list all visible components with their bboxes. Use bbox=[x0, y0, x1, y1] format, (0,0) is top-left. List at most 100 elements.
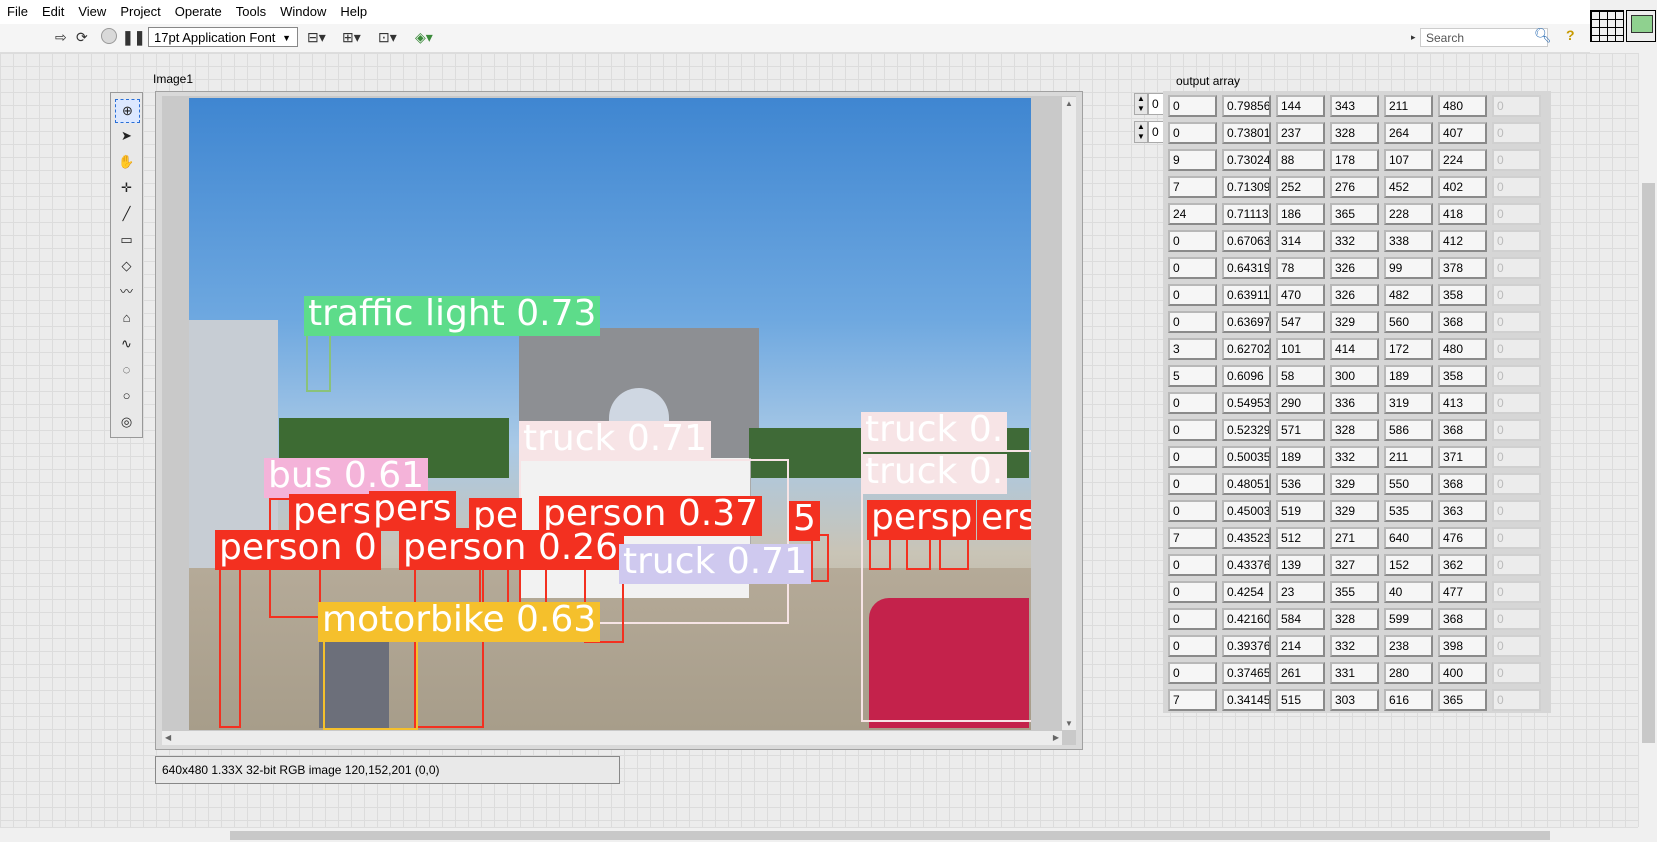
array-cell[interactable]: 328 bbox=[1330, 122, 1379, 144]
array-cell[interactable]: 0.63911 bbox=[1222, 284, 1271, 306]
array-cell[interactable]: 0.39376 bbox=[1222, 635, 1271, 657]
array-cell[interactable]: 560 bbox=[1384, 311, 1433, 333]
array-cell[interactable]: 189 bbox=[1276, 446, 1325, 468]
array-cell[interactable]: 547 bbox=[1276, 311, 1325, 333]
array-cell[interactable]: 336 bbox=[1330, 392, 1379, 414]
array-cell[interactable]: 358 bbox=[1438, 284, 1487, 306]
array-cell[interactable]: 0.50035 bbox=[1222, 446, 1271, 468]
rotated-rectangle-tool-icon[interactable]: ◇ bbox=[115, 255, 138, 277]
freehand-line-tool-icon[interactable]: ∿ bbox=[115, 333, 138, 355]
array-cell[interactable]: 0 bbox=[1492, 554, 1541, 576]
array-cell[interactable]: 214 bbox=[1276, 635, 1325, 657]
array-cell[interactable]: 328 bbox=[1330, 419, 1379, 441]
array-cell[interactable]: 0.4254 bbox=[1222, 581, 1271, 603]
align-objects-icon[interactable]: ⊟▾ bbox=[307, 29, 326, 46]
menu-item-view[interactable]: View bbox=[71, 0, 113, 19]
array-cell[interactable]: 0 bbox=[1168, 95, 1217, 117]
array-cell[interactable]: 252 bbox=[1276, 176, 1325, 198]
array-cell[interactable]: 535 bbox=[1384, 500, 1433, 522]
array-cell[interactable]: 327 bbox=[1330, 554, 1379, 576]
array-cell[interactable]: 172 bbox=[1384, 338, 1433, 360]
array-cell[interactable]: 290 bbox=[1276, 392, 1325, 414]
array-cell[interactable]: 0 bbox=[1492, 500, 1541, 522]
image-horizontal-scrollbar[interactable]: ◀ ▶ bbox=[162, 731, 1062, 745]
array-cell[interactable]: 88 bbox=[1276, 149, 1325, 171]
array-cell[interactable]: 365 bbox=[1330, 203, 1379, 225]
help-icon[interactable]: ? bbox=[1566, 27, 1575, 43]
array-cell[interactable]: 338 bbox=[1384, 230, 1433, 252]
array-cell[interactable]: 0 bbox=[1492, 284, 1541, 306]
array-cell[interactable]: 616 bbox=[1384, 689, 1433, 711]
pause-icon[interactable]: ❚❚ bbox=[122, 29, 145, 46]
array-cell[interactable]: 189 bbox=[1384, 365, 1433, 387]
array-cell[interactable]: 0 bbox=[1168, 500, 1217, 522]
scroll-right-icon[interactable]: ▶ bbox=[1053, 733, 1059, 742]
array-cell[interactable]: 0 bbox=[1168, 608, 1217, 630]
line-tool-icon[interactable]: ╱ bbox=[115, 203, 138, 225]
array-cell[interactable]: 0.37465 bbox=[1222, 662, 1271, 684]
array-cell[interactable]: 482 bbox=[1384, 284, 1433, 306]
array-cell[interactable]: 480 bbox=[1438, 338, 1487, 360]
array-cell[interactable]: 0 bbox=[1168, 230, 1217, 252]
array-cell[interactable]: 107 bbox=[1384, 149, 1433, 171]
array-cell[interactable]: 0 bbox=[1492, 581, 1541, 603]
array-cell[interactable]: 7 bbox=[1168, 527, 1217, 549]
array-cell[interactable]: 3 bbox=[1168, 338, 1217, 360]
menu-item-edit[interactable]: Edit bbox=[35, 0, 71, 19]
array-cell[interactable]: 0 bbox=[1492, 446, 1541, 468]
array-cell[interactable]: 5 bbox=[1168, 365, 1217, 387]
array-cell[interactable]: 368 bbox=[1438, 473, 1487, 495]
zoom-tool-icon[interactable]: ⊕ bbox=[115, 99, 140, 123]
array-cell[interactable]: 0.48051 bbox=[1222, 473, 1271, 495]
array-cell[interactable]: 40 bbox=[1384, 581, 1433, 603]
array-cell[interactable]: 211 bbox=[1384, 95, 1433, 117]
oval-tool-icon[interactable]: ○ bbox=[115, 385, 138, 407]
array-cell[interactable]: 0 bbox=[1492, 608, 1541, 630]
array-cell[interactable]: 368 bbox=[1438, 608, 1487, 630]
array-cell[interactable]: 326 bbox=[1330, 284, 1379, 306]
array-cell[interactable]: 414 bbox=[1330, 338, 1379, 360]
array-cell[interactable]: 326 bbox=[1330, 257, 1379, 279]
array-cell[interactable]: 363 bbox=[1438, 500, 1487, 522]
array-cell[interactable]: 640 bbox=[1384, 527, 1433, 549]
distribute-objects-icon[interactable]: ⊞▾ bbox=[342, 29, 361, 46]
array-cell[interactable]: 271 bbox=[1330, 527, 1379, 549]
array-cell[interactable]: 9 bbox=[1168, 149, 1217, 171]
array-cell[interactable]: 0.43523 bbox=[1222, 527, 1271, 549]
polyline-tool-icon[interactable]: 〰 bbox=[115, 281, 138, 303]
array-cell[interactable]: 300 bbox=[1330, 365, 1379, 387]
array-cell[interactable]: 413 bbox=[1438, 392, 1487, 414]
array-cell[interactable]: 314 bbox=[1276, 230, 1325, 252]
array-cell[interactable]: 224 bbox=[1438, 149, 1487, 171]
array-cell[interactable]: 237 bbox=[1276, 122, 1325, 144]
array-cell[interactable]: 0.64319 bbox=[1222, 257, 1271, 279]
menu-item-file[interactable]: File bbox=[0, 0, 35, 19]
array-cell[interactable]: 332 bbox=[1330, 446, 1379, 468]
array-cell[interactable]: 0.71113 bbox=[1222, 203, 1271, 225]
array-cell[interactable]: 0.73024 bbox=[1222, 149, 1271, 171]
array-cell[interactable]: 0 bbox=[1492, 176, 1541, 198]
polygon-tool-icon[interactable]: ⌂ bbox=[115, 307, 138, 329]
array-cell[interactable]: 0 bbox=[1168, 581, 1217, 603]
array-cell[interactable]: 365 bbox=[1438, 689, 1487, 711]
array-cell[interactable]: 412 bbox=[1438, 230, 1487, 252]
reorder-icon[interactable]: ◈▾ bbox=[415, 29, 433, 46]
array-cell[interactable]: 519 bbox=[1276, 500, 1325, 522]
array-cell[interactable]: 238 bbox=[1384, 635, 1433, 657]
array-cell[interactable]: 0 bbox=[1492, 662, 1541, 684]
array-cell[interactable]: 0.54953 bbox=[1222, 392, 1271, 414]
array-cell[interactable]: 0.63697 bbox=[1222, 311, 1271, 333]
array-cell[interactable]: 228 bbox=[1384, 203, 1433, 225]
array-cell[interactable]: 0 bbox=[1168, 446, 1217, 468]
array-cell[interactable]: 599 bbox=[1384, 608, 1433, 630]
array-cell[interactable]: 0.52329 bbox=[1222, 419, 1271, 441]
array-cell[interactable]: 358 bbox=[1438, 365, 1487, 387]
array-cell[interactable]: 0 bbox=[1492, 392, 1541, 414]
vertical-scrollbar[interactable] bbox=[1638, 53, 1657, 827]
array-cell[interactable]: 371 bbox=[1438, 446, 1487, 468]
array-cell[interactable]: 328 bbox=[1330, 608, 1379, 630]
abort-icon[interactable] bbox=[101, 28, 117, 44]
horizontal-scrollbar[interactable] bbox=[0, 827, 1638, 842]
array-cell[interactable]: 0 bbox=[1492, 473, 1541, 495]
array-cell[interactable]: 0 bbox=[1168, 257, 1217, 279]
